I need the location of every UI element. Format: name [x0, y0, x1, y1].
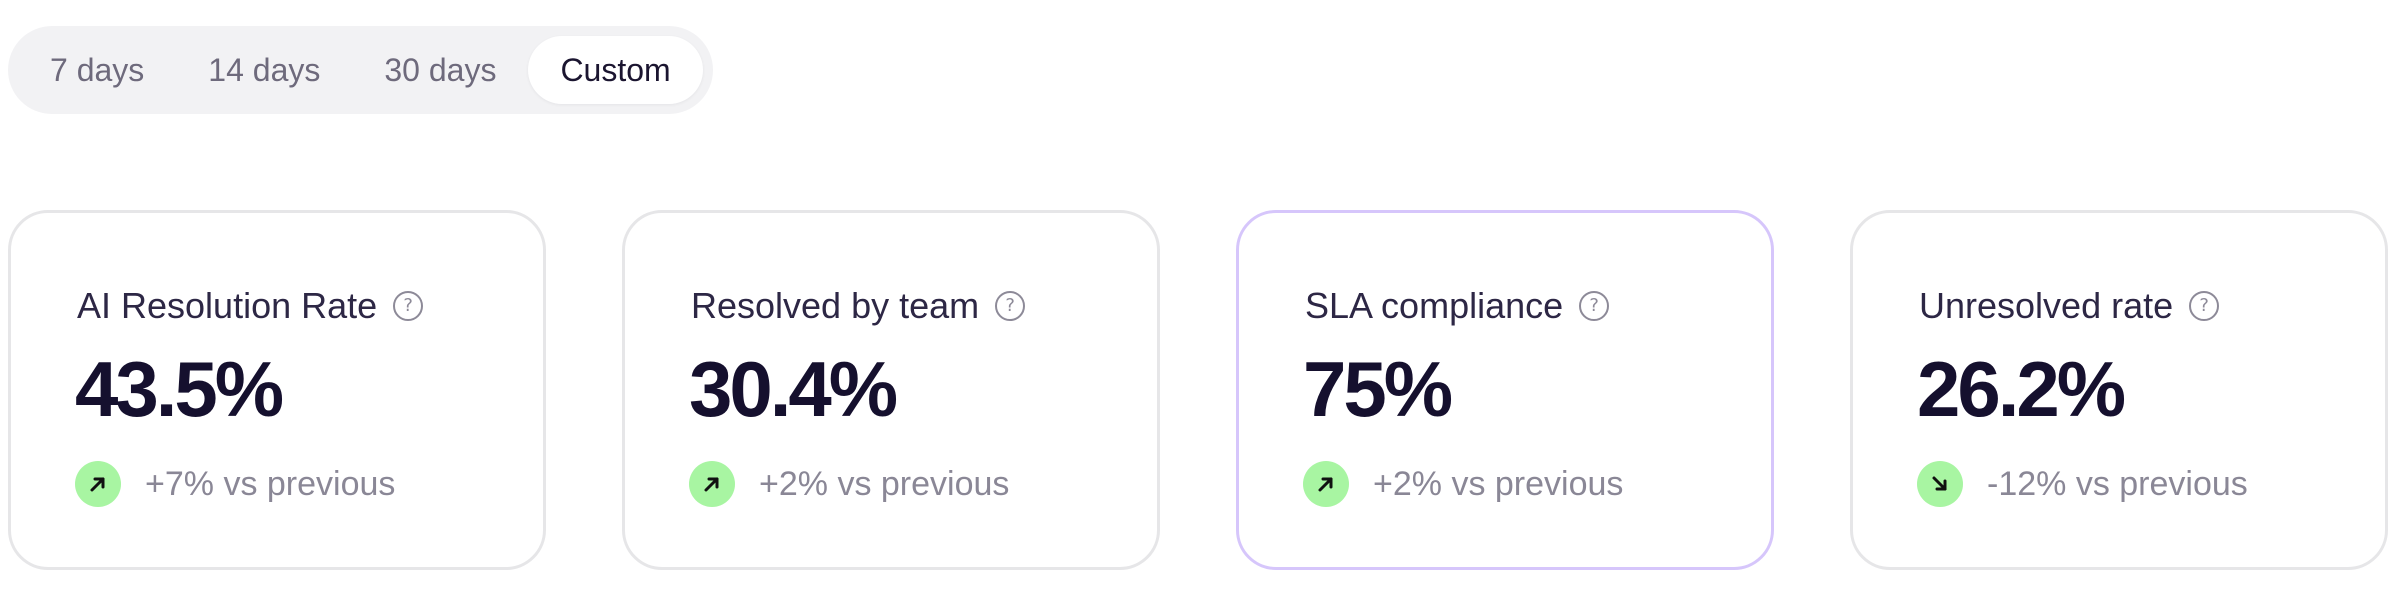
trend-text: +2% vs previous: [759, 464, 1010, 503]
card-title: AI Resolution Rate: [77, 285, 378, 326]
range-option-14-days[interactable]: 14 days: [176, 36, 352, 104]
arrow-down-right-icon: [1917, 461, 1963, 507]
arrow-up-right-icon: [1303, 461, 1349, 507]
metric-cards: AI Resolution Rate ? 43.5% +7% vs previo…: [8, 210, 2388, 570]
card-trend: +2% vs previous: [1303, 461, 1623, 507]
metric-card-sla-compliance[interactable]: SLA compliance ? 75% +2% vs previous: [1236, 210, 1774, 570]
card-header: Unresolved rate ?: [1919, 285, 2220, 327]
card-value: 30.4%: [689, 345, 898, 433]
question-circle-icon[interactable]: ?: [393, 291, 424, 321]
range-option-custom[interactable]: Custom: [528, 36, 703, 104]
range-option-30-days[interactable]: 30 days: [352, 36, 528, 104]
range-option-7-days[interactable]: 7 days: [18, 36, 176, 104]
card-title: SLA compliance: [1305, 285, 1564, 326]
card-title: Unresolved rate: [1919, 285, 2174, 326]
card-value: 26.2%: [1917, 345, 2126, 433]
card-value: 43.5%: [75, 345, 284, 433]
metric-card-unresolved-rate[interactable]: Unresolved rate ? 26.2% -12% vs previous: [1850, 210, 2388, 570]
card-header: AI Resolution Rate ?: [77, 285, 424, 327]
card-header: SLA compliance ?: [1305, 285, 1610, 327]
metric-card-resolved-by-team[interactable]: Resolved by team ? 30.4% +2% vs previous: [622, 210, 1160, 570]
trend-text: -12% vs previous: [1987, 464, 2248, 503]
card-value: 75%: [1303, 345, 1453, 433]
trend-text: +2% vs previous: [1373, 464, 1624, 503]
card-trend: +2% vs previous: [689, 461, 1009, 507]
question-circle-icon[interactable]: ?: [1579, 291, 1610, 321]
card-header: Resolved by team ?: [691, 285, 1026, 327]
question-circle-icon[interactable]: ?: [2189, 291, 2220, 321]
card-trend: +7% vs previous: [75, 461, 395, 507]
card-title: Resolved by team: [691, 285, 980, 326]
arrow-up-right-icon: [75, 461, 121, 507]
arrow-up-right-icon: [689, 461, 735, 507]
card-trend: -12% vs previous: [1917, 461, 2248, 507]
trend-text: +7% vs previous: [145, 464, 396, 503]
date-range-selector: 7 days 14 days 30 days Custom: [8, 26, 713, 114]
metric-card-ai-resolution-rate[interactable]: AI Resolution Rate ? 43.5% +7% vs previo…: [8, 210, 546, 570]
question-circle-icon[interactable]: ?: [995, 291, 1026, 321]
